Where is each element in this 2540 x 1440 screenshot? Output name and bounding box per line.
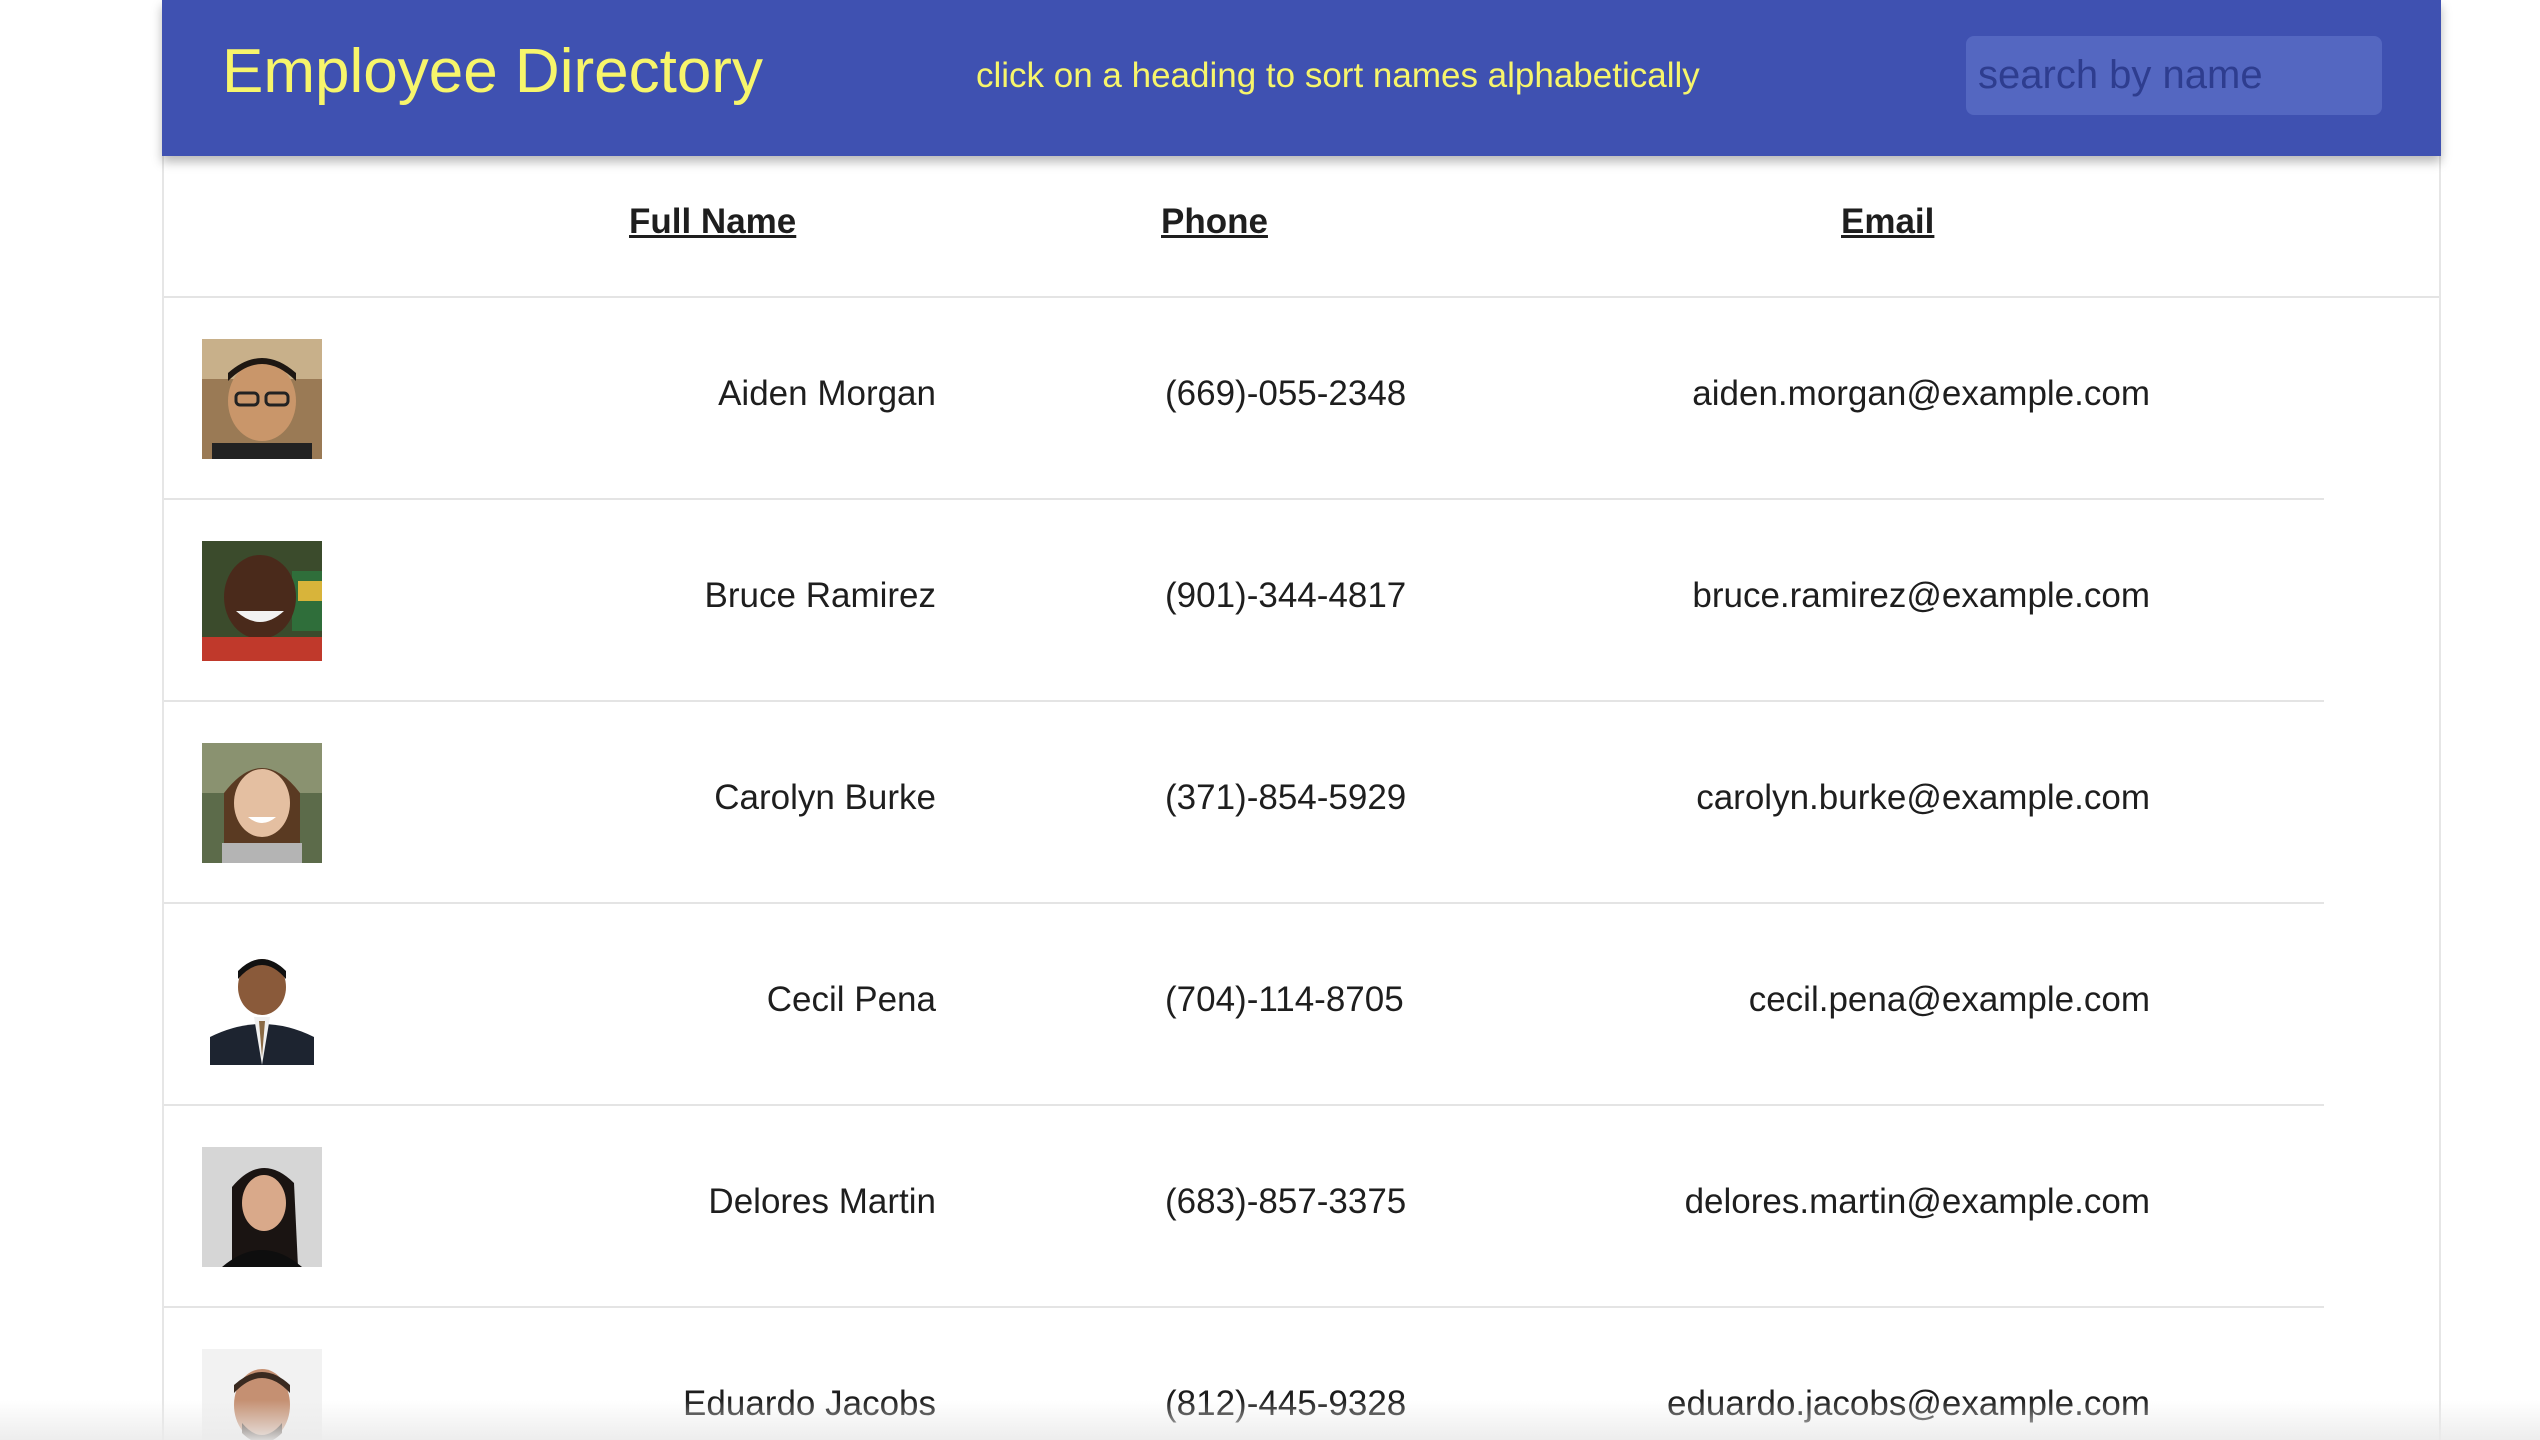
app-title: Employee Directory xyxy=(222,37,763,106)
page: Employee Directory click on a heading to… xyxy=(0,0,2540,1440)
search-input[interactable] xyxy=(1966,36,2382,115)
column-header-email[interactable]: Email xyxy=(1841,202,1934,242)
employee-phone: (812)-445-9328 xyxy=(1165,1384,1407,1423)
employee-name: Delores Martin xyxy=(708,1182,936,1221)
column-header-phone[interactable]: Phone xyxy=(1161,202,1268,242)
employee-phone: (704)-114-8705 xyxy=(1165,980,1404,1019)
employee-name: Eduardo Jacobs xyxy=(683,1384,936,1423)
avatar xyxy=(202,743,322,863)
employee-name: Cecil Pena xyxy=(766,980,936,1019)
employee-email: cecil.pena@example.com xyxy=(1748,980,2150,1019)
avatar xyxy=(202,541,322,661)
employee-name: Bruce Ramirez xyxy=(704,576,936,615)
avatar xyxy=(202,945,322,1065)
employee-email: carolyn.burke@example.com xyxy=(1696,778,2150,817)
table-row: Aiden Morgan (669)-055-2348 aiden.morgan… xyxy=(164,298,2324,500)
table-row: Delores Martin (683)-857-3375 delores.ma… xyxy=(164,1106,2324,1308)
table-row: Carolyn Burke (371)-854-5929 carolyn.bur… xyxy=(164,702,2324,904)
employee-phone: (683)-857-3375 xyxy=(1165,1182,1407,1221)
employee-phone: (371)-854-5929 xyxy=(1165,778,1407,817)
avatar xyxy=(202,1147,322,1267)
app-header: Employee Directory click on a heading to… xyxy=(162,0,2441,156)
employee-email: bruce.ramirez@example.com xyxy=(1692,576,2150,615)
sort-instructions: click on a heading to sort names alphabe… xyxy=(976,56,1700,95)
employee-phone: (901)-344-4817 xyxy=(1165,576,1407,615)
table-row: Bruce Ramirez (901)-344-4817 bruce.ramir… xyxy=(164,500,2324,702)
avatar xyxy=(202,1349,322,1440)
employee-name: Carolyn Burke xyxy=(714,778,936,817)
column-header-full-name[interactable]: Full Name xyxy=(629,202,796,242)
employee-email: eduardo.jacobs@example.com xyxy=(1666,1384,2150,1423)
table-row: Eduardo Jacobs (812)-445-9328 eduardo.ja… xyxy=(164,1308,2324,1440)
employee-email: aiden.morgan@example.com xyxy=(1692,374,2150,413)
employee-name: Aiden Morgan xyxy=(718,374,936,413)
employee-email: delores.martin@example.com xyxy=(1684,1182,2150,1221)
avatar xyxy=(202,339,322,459)
employee-phone: (669)-055-2348 xyxy=(1165,374,1407,413)
table-row: Cecil Pena (704)-114-8705 cecil.pena@exa… xyxy=(164,904,2324,1106)
